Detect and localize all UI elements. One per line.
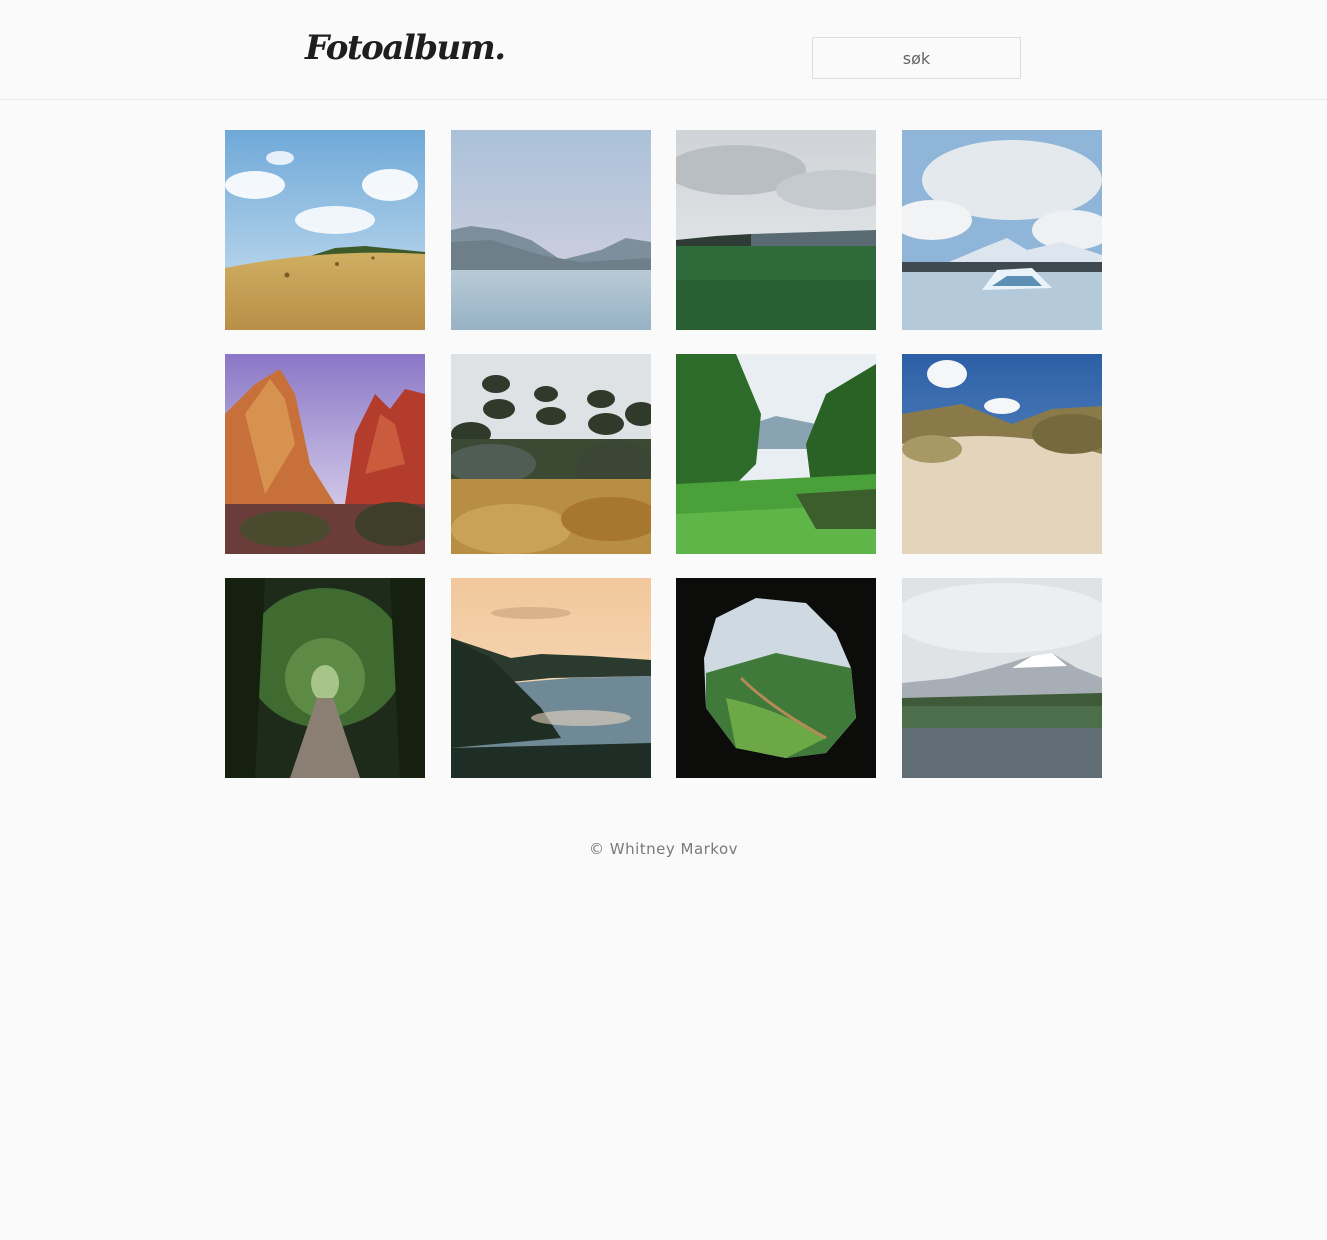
photo-thumbnail[interactable] — [450, 354, 651, 554]
photo-glacier-lagoon — [901, 130, 1102, 330]
photo-red-canyon — [225, 354, 425, 554]
photo-snowy-mountain — [901, 578, 1102, 778]
photo-thumbnail[interactable] — [676, 130, 877, 330]
photo-thumbnail[interactable] — [225, 354, 425, 554]
photo-thumbnail[interactable] — [901, 354, 1102, 554]
photo-thumbnail[interactable] — [450, 578, 651, 778]
photo-hayfield — [225, 130, 425, 330]
photo-lake — [450, 130, 651, 330]
photo-thumbnail[interactable] — [676, 578, 877, 778]
site-logo[interactable]: Fotoalbum. — [305, 28, 506, 68]
photo-thumbnail[interactable] — [676, 354, 877, 554]
photo-coastline — [450, 578, 651, 778]
copyright-footer: © Whitney Markov — [588, 840, 739, 858]
photo-thumbnail[interactable] — [225, 578, 425, 778]
photo-grid — [225, 130, 1102, 778]
site-header: Fotoalbum. — [0, 0, 1327, 100]
photo-pine-garden — [450, 354, 651, 554]
photo-thumbnail[interactable] — [901, 130, 1102, 330]
photo-thumbnail[interactable] — [225, 130, 425, 330]
photo-green-valley — [676, 354, 877, 554]
photo-tree-tunnel — [225, 578, 425, 778]
photo-green-field — [676, 130, 877, 330]
search-input[interactable] — [812, 37, 1021, 79]
photo-thumbnail[interactable] — [901, 578, 1102, 778]
photo-thumbnail[interactable] — [450, 130, 651, 330]
photo-sand-dunes — [901, 354, 1102, 554]
photo-cave-view — [676, 578, 877, 778]
